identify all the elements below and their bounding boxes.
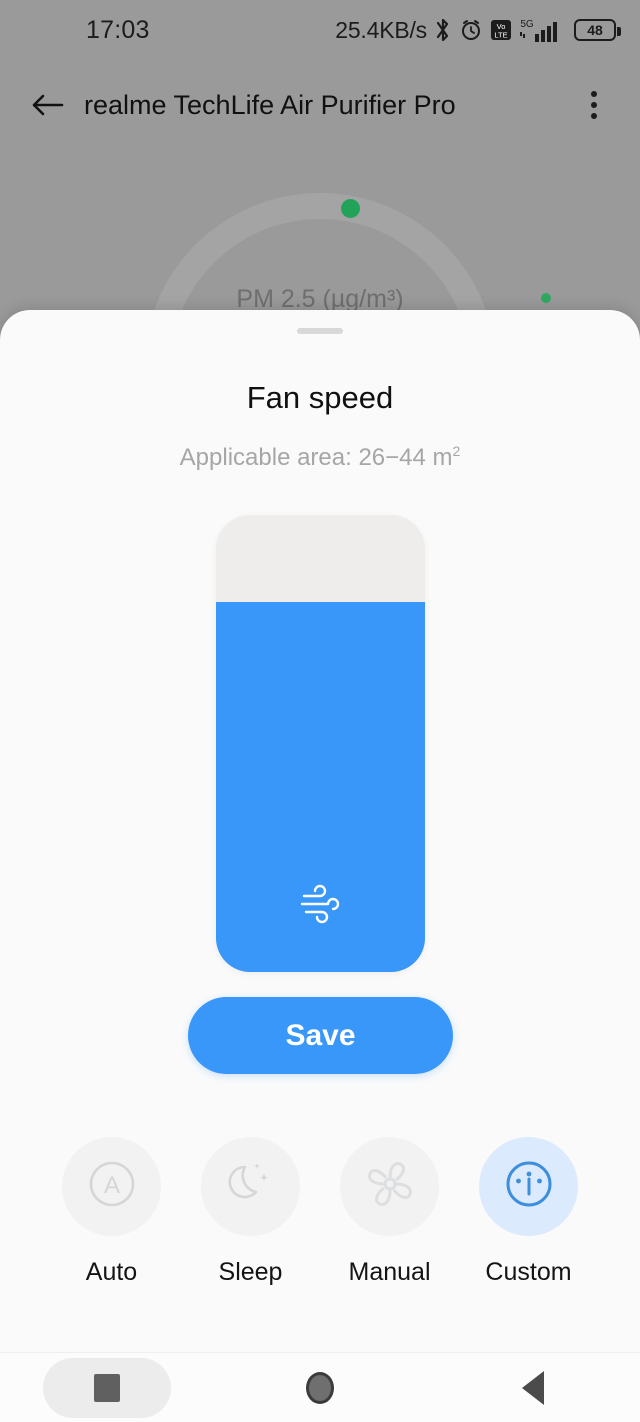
status-icons: 25.4KB/s Vo LTE 5G 48 bbox=[335, 16, 621, 44]
network-speed-label: 25.4KB/s bbox=[335, 16, 427, 43]
applicable-area-text: Applicable area: 26−44 m bbox=[179, 444, 453, 471]
fan-speed-bottom-sheet: Fan speed Applicable area: 26−44 m2 Save bbox=[0, 310, 640, 1352]
mode-label-sleep: Sleep bbox=[218, 1258, 283, 1286]
air-quality-dot bbox=[541, 293, 551, 303]
mode-icon-wrap-auto: A bbox=[62, 1137, 161, 1236]
system-nav-bar bbox=[0, 1352, 640, 1422]
nav-slot-back bbox=[427, 1370, 640, 1405]
status-bar: 17:03 25.4KB/s Vo LTE 5G 48 bbox=[0, 0, 640, 60]
battery-level-label: 48 bbox=[587, 22, 603, 38]
mode-item-custom[interactable]: Custom bbox=[479, 1137, 578, 1287]
mode-label-manual: Manual bbox=[348, 1258, 431, 1286]
more-options-icon[interactable] bbox=[574, 83, 614, 127]
battery-icon: 48 bbox=[574, 19, 621, 41]
home-button[interactable] bbox=[305, 1371, 334, 1404]
mode-item-sleep[interactable]: Sleep bbox=[201, 1137, 300, 1287]
save-button[interactable]: Save bbox=[188, 997, 453, 1074]
mode-item-manual[interactable]: Manual bbox=[340, 1137, 439, 1287]
bluetooth-icon bbox=[434, 17, 452, 43]
custom-mode-icon bbox=[502, 1157, 556, 1216]
app-bar: realme TechLife Air Purifier Pro bbox=[0, 62, 640, 148]
sheet-title: Fan speed bbox=[246, 380, 394, 415]
applicable-area-label: Applicable area: 26−44 m2 bbox=[0, 443, 640, 472]
fan-speed-slider[interactable] bbox=[216, 515, 425, 972]
recents-square-icon bbox=[93, 1373, 120, 1402]
mode-icon-wrap-custom bbox=[479, 1137, 578, 1236]
svg-text:5G: 5G bbox=[520, 19, 534, 30]
auto-mode-icon: A bbox=[85, 1157, 139, 1216]
alarm-icon bbox=[459, 18, 483, 42]
mode-selector: A Auto Sleep Manual Custom bbox=[0, 1137, 640, 1287]
sheet-drag-handle[interactable] bbox=[297, 328, 343, 334]
svg-text:LTE: LTE bbox=[494, 31, 507, 40]
applicable-area-superscript: 2 bbox=[452, 443, 461, 459]
signal-5g-icon: 5G bbox=[519, 16, 567, 44]
nav-slot-home bbox=[213, 1371, 426, 1404]
mode-label-auto: Auto bbox=[85, 1258, 138, 1286]
dial-indicator-dot bbox=[341, 199, 360, 218]
mode-icon-wrap-manual bbox=[340, 1137, 439, 1236]
volte-icon: Vo LTE bbox=[490, 19, 512, 41]
page-title: realme TechLife Air Purifier Pro bbox=[84, 89, 456, 120]
wind-icon bbox=[298, 883, 344, 930]
status-time: 17:03 bbox=[86, 15, 150, 44]
phone-screen: 17:03 25.4KB/s Vo LTE 5G 48 realme TechL… bbox=[0, 0, 640, 1422]
nav-slot-recents bbox=[0, 1357, 213, 1418]
mode-label-custom: Custom bbox=[485, 1258, 572, 1286]
back-arrow-icon[interactable] bbox=[26, 83, 70, 127]
mode-icon-wrap-sleep bbox=[201, 1137, 300, 1236]
sleep-mode-icon bbox=[223, 1156, 279, 1217]
background-app-scrim: 17:03 25.4KB/s Vo LTE 5G 48 realme TechL… bbox=[0, 0, 640, 360]
svg-text:A: A bbox=[103, 1172, 119, 1199]
back-button[interactable] bbox=[522, 1370, 545, 1405]
mode-item-auto[interactable]: A Auto bbox=[62, 1137, 161, 1287]
recents-button[interactable] bbox=[42, 1357, 171, 1418]
manual-mode-icon bbox=[361, 1156, 419, 1217]
